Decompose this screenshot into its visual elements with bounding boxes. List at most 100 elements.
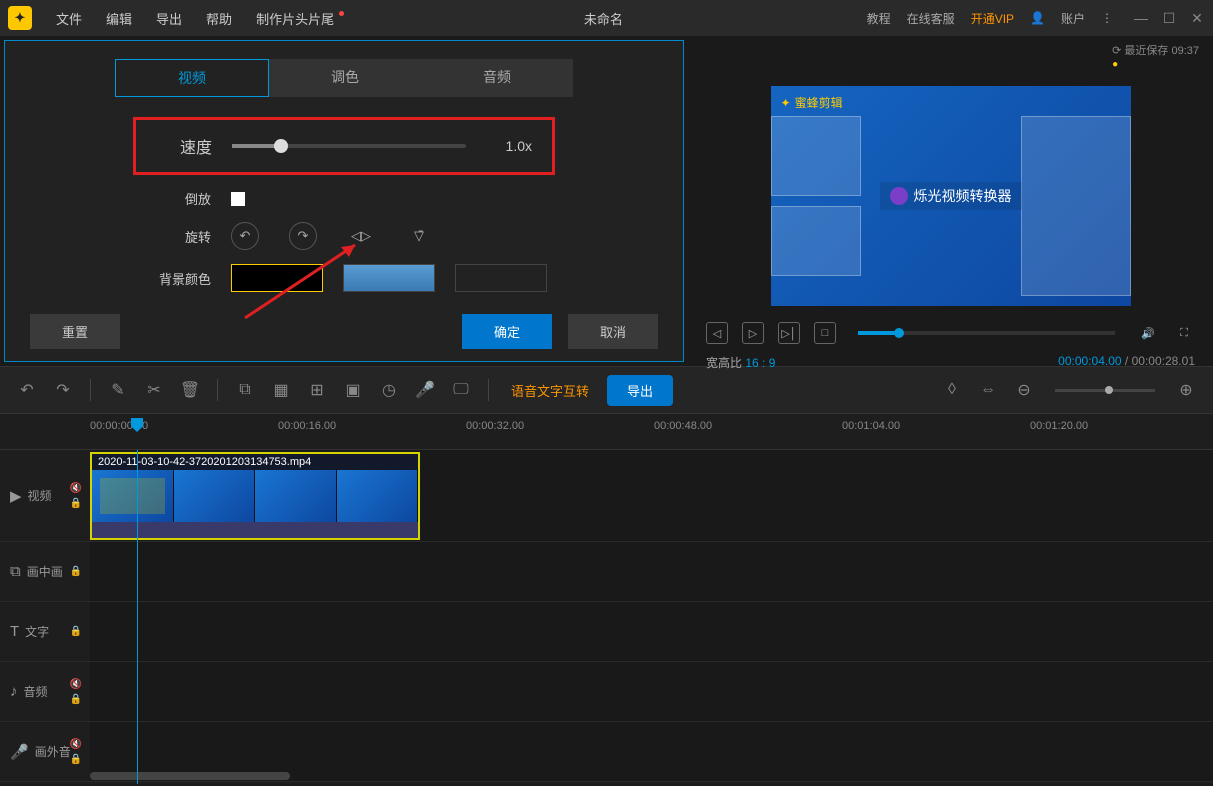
- bgcolor-label: 背景颜色: [155, 269, 211, 288]
- speed-row-highlight: 速度 1.0x: [133, 117, 555, 175]
- tab-video[interactable]: 视频: [115, 59, 269, 97]
- lock-icon[interactable]: 🔒: [70, 498, 82, 509]
- speed-value: 1.0x: [506, 138, 532, 154]
- screen-icon[interactable]: 🖵: [448, 377, 474, 403]
- rotate-ccw-icon[interactable]: ↶: [231, 222, 259, 250]
- voice-text-button[interactable]: 语音文字互转: [503, 377, 597, 404]
- video-clip[interactable]: 2020-11-03-10-42-3720201203134753.mp4: [90, 452, 420, 540]
- video-track-icon: ▶: [10, 487, 22, 505]
- ruler-mark: 00:01:20.00: [1030, 420, 1088, 432]
- maximize-button[interactable]: ☐: [1161, 10, 1177, 27]
- mute-icon[interactable]: 🔇: [70, 483, 82, 494]
- bg-option-black[interactable]: [231, 264, 323, 292]
- clip-filename: 2020-11-03-10-42-3720201203134753.mp4: [92, 454, 418, 470]
- zoom-slider[interactable]: [1055, 389, 1155, 392]
- track-audio: ♪ 音频 🔇🔒: [0, 662, 1213, 722]
- tab-color[interactable]: 调色: [269, 59, 421, 97]
- menu-help[interactable]: 帮助: [194, 9, 244, 28]
- menu-file[interactable]: 文件: [44, 9, 94, 28]
- aspect-value[interactable]: 16 : 9: [745, 356, 775, 370]
- split-icon[interactable]: ⊞: [304, 377, 330, 403]
- prev-frame-button[interactable]: ◁: [706, 322, 728, 344]
- bg-option-custom[interactable]: [455, 264, 547, 292]
- track-label: 画中画: [27, 563, 63, 580]
- track-video: ▶ 视频 🔇 🔒 2020-11-03-10-42-372020120313475…: [0, 450, 1213, 542]
- flip-horizontal-icon[interactable]: ◁▷: [347, 222, 375, 250]
- zoom-out-icon[interactable]: ⊖: [1011, 377, 1037, 403]
- stop-button[interactable]: □: [814, 322, 836, 344]
- close-button[interactable]: ✕: [1189, 10, 1205, 27]
- link-tutorial[interactable]: 教程: [861, 10, 897, 27]
- fullscreen-icon[interactable]: ⛶: [1173, 322, 1195, 344]
- redo-icon[interactable]: ↷: [50, 377, 76, 403]
- timeline-toolbar: ↶ ↷ ✎ ✂ 🗑 ⧉ ▦ ⊞ ▣ ◷ 🎤 🖵 语音文字互转 导出 ◊ ⇔ ⊖ …: [0, 366, 1213, 414]
- preview-viewport[interactable]: ✦ 蜜蜂剪辑 烁光视频转换器: [771, 86, 1131, 306]
- cut-icon[interactable]: ✂: [141, 377, 167, 403]
- mute-icon[interactable]: 🔇: [70, 739, 82, 750]
- rotate-cw-icon[interactable]: ↷: [289, 222, 317, 250]
- lock-icon[interactable]: 🔒: [70, 754, 82, 765]
- export-button[interactable]: 导出: [607, 375, 673, 406]
- speed-slider[interactable]: [232, 144, 466, 148]
- account-icon[interactable]: 👤: [1024, 11, 1051, 25]
- reset-button[interactable]: 重置: [30, 314, 120, 349]
- ruler-mark: 00:01:04.00: [842, 420, 900, 432]
- minimize-button[interactable]: —: [1133, 10, 1149, 27]
- menu-make-titles[interactable]: 制作片头片尾: [244, 9, 346, 28]
- freeze-icon[interactable]: ▣: [340, 377, 366, 403]
- crop-icon[interactable]: ⧉: [232, 377, 258, 403]
- preview-center-label: 烁光视频转换器: [880, 182, 1022, 210]
- playhead-line[interactable]: [137, 450, 138, 784]
- lock-icon[interactable]: 🔒: [70, 694, 82, 705]
- edit-icon[interactable]: ✎: [105, 377, 131, 403]
- link-account[interactable]: 账户: [1055, 10, 1091, 27]
- track-pip: ⧉ 画中画 🔒: [0, 542, 1213, 602]
- ruler-mark: 00:00:48.00: [654, 420, 712, 432]
- time-total: 00:00:28.01: [1132, 354, 1195, 368]
- aspect-label: 宽高比: [706, 356, 742, 370]
- fit-icon[interactable]: ⇔: [975, 377, 1001, 403]
- cancel-button[interactable]: 取消: [568, 314, 658, 349]
- track-content-pip[interactable]: [90, 542, 1213, 601]
- time-current: 00:00:04.00: [1058, 354, 1121, 368]
- menu-export[interactable]: 导出: [144, 9, 194, 28]
- last-save-info: ⟳ 最近保存 09:37●: [1112, 42, 1199, 70]
- time-ruler[interactable]: 00:00:00.00 00:00:16.00 00:00:32.00 00:0…: [0, 414, 1213, 450]
- lock-icon[interactable]: 🔒: [70, 566, 82, 577]
- lock-icon[interactable]: 🔒: [70, 626, 82, 637]
- zoom-in-icon[interactable]: ⊕: [1173, 377, 1199, 403]
- preview-progress[interactable]: [858, 331, 1115, 335]
- menu-edit[interactable]: 编辑: [94, 9, 144, 28]
- track-text: T 文字 🔒: [0, 602, 1213, 662]
- track-label: 视频: [28, 487, 52, 504]
- ok-button[interactable]: 确定: [462, 314, 552, 349]
- horizontal-scrollbar[interactable]: [90, 772, 290, 780]
- link-vip[interactable]: 开通VIP: [965, 10, 1020, 27]
- play-button[interactable]: ▷: [742, 322, 764, 344]
- flip-vertical-icon[interactable]: ▽̄: [405, 222, 433, 250]
- voiceover-track-icon: 🎤: [10, 743, 29, 761]
- tab-audio[interactable]: 音频: [421, 59, 573, 97]
- reverse-checkbox[interactable]: [231, 192, 245, 206]
- next-frame-button[interactable]: ▷│: [778, 322, 800, 344]
- volume-icon[interactable]: 🔊: [1137, 322, 1159, 344]
- link-support[interactable]: 在线客服: [901, 10, 961, 27]
- timeline: 00:00:00.00 00:00:16.00 00:00:32.00 00:0…: [0, 414, 1213, 784]
- bg-option-image[interactable]: [343, 264, 435, 292]
- marker-icon[interactable]: ◊: [939, 377, 965, 403]
- more-icon[interactable]: ⋮: [1095, 11, 1119, 25]
- pip-track-icon: ⧉: [10, 563, 21, 580]
- preview-watermark: ✦ 蜜蜂剪辑: [781, 94, 843, 111]
- mosaic-icon[interactable]: ▦: [268, 377, 294, 403]
- track-content-audio[interactable]: [90, 662, 1213, 721]
- undo-icon[interactable]: ↶: [14, 377, 40, 403]
- ruler-mark: 00:00:16.00: [278, 420, 336, 432]
- track-content-text[interactable]: [90, 602, 1213, 661]
- delete-icon[interactable]: 🗑: [177, 377, 203, 403]
- mute-icon[interactable]: 🔇: [70, 679, 82, 690]
- duration-icon[interactable]: ◷: [376, 377, 402, 403]
- speed-slider-thumb[interactable]: [274, 139, 288, 153]
- text-track-icon: T: [10, 623, 19, 640]
- mic-icon[interactable]: 🎤: [412, 377, 438, 403]
- track-label: 音频: [24, 683, 48, 700]
